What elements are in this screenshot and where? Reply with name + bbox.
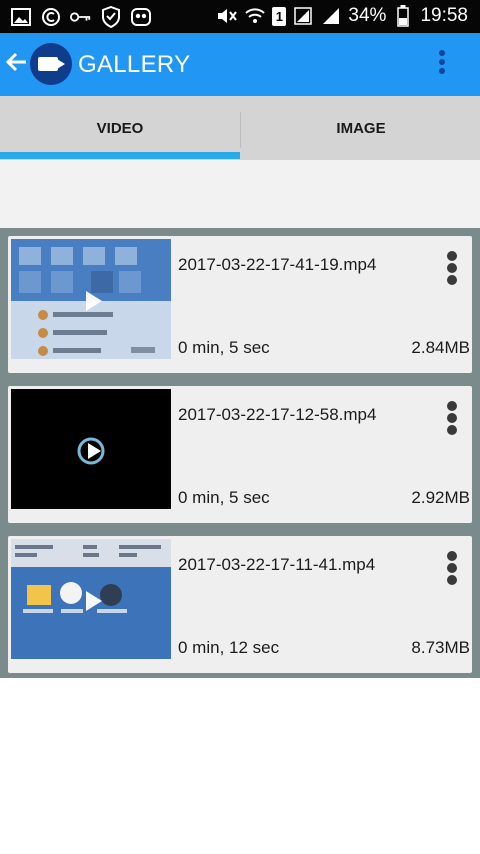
tab-bar: VIDEO IMAGE bbox=[0, 96, 480, 160]
battery-percent: 34% bbox=[348, 5, 387, 26]
list-item[interactable]: 2017-03-22-17-41-19.mp4 0 min, 5 sec 2.8… bbox=[8, 236, 472, 373]
page-title: GALLERY bbox=[78, 51, 191, 78]
signal-icon bbox=[320, 5, 342, 27]
copyright-icon bbox=[40, 6, 62, 28]
video-filename: 2017-03-22-17-12-58.mp4 bbox=[178, 405, 377, 424]
empty-area bbox=[0, 678, 480, 854]
spacer bbox=[0, 160, 480, 228]
signal-icon bbox=[292, 5, 314, 27]
video-thumbnail[interactable] bbox=[11, 389, 171, 509]
tab-video[interactable]: VIDEO bbox=[0, 96, 240, 160]
more-vert-icon[interactable] bbox=[442, 550, 462, 588]
video-filename: 2017-03-22-17-11-41.mp4 bbox=[178, 555, 376, 574]
video-duration: 0 min, 5 sec bbox=[178, 488, 270, 507]
video-camera-logo-icon bbox=[30, 43, 72, 85]
video-thumbnail[interactable] bbox=[11, 239, 171, 359]
play-icon bbox=[81, 289, 105, 313]
tab-indicator bbox=[0, 152, 240, 159]
wifi-icon bbox=[244, 5, 266, 27]
play-icon bbox=[81, 439, 105, 463]
app-bar: GALLERY bbox=[0, 33, 480, 96]
list-item[interactable]: 2017-03-22-17-12-58.mp4 0 min, 5 sec 2.9… bbox=[8, 386, 472, 523]
video-size: 8.73MB bbox=[411, 638, 470, 657]
video-duration: 0 min, 5 sec bbox=[178, 338, 270, 357]
list-item[interactable]: 2017-03-22-17-11-41.mp4 0 min, 12 sec 8.… bbox=[8, 536, 472, 673]
battery-icon bbox=[392, 5, 414, 27]
more-vert-icon[interactable] bbox=[442, 250, 462, 288]
status-time: 19:58 bbox=[420, 5, 468, 26]
sim1-icon: 1 bbox=[272, 6, 287, 26]
mute-icon bbox=[216, 5, 238, 27]
more-vert-icon[interactable] bbox=[442, 400, 462, 438]
more-vert-icon[interactable] bbox=[432, 47, 452, 83]
key-icon bbox=[70, 6, 92, 28]
video-size: 2.84MB bbox=[411, 338, 470, 357]
back-arrow-icon[interactable] bbox=[4, 49, 32, 79]
video-thumbnail[interactable] bbox=[11, 539, 171, 659]
video-duration: 0 min, 12 sec bbox=[178, 638, 280, 657]
video-list: 2017-03-22-17-41-19.mp4 0 min, 5 sec 2.8… bbox=[0, 228, 480, 678]
video-size: 2.92MB bbox=[411, 488, 470, 507]
video-filename: 2017-03-22-17-41-19.mp4 bbox=[178, 255, 377, 274]
shield-icon bbox=[100, 6, 122, 28]
play-icon bbox=[81, 589, 105, 613]
status-bar: 1 34% 19:58 bbox=[0, 0, 480, 33]
image-icon bbox=[10, 6, 32, 28]
owl-icon bbox=[130, 6, 152, 28]
tab-image[interactable]: IMAGE bbox=[241, 96, 480, 160]
